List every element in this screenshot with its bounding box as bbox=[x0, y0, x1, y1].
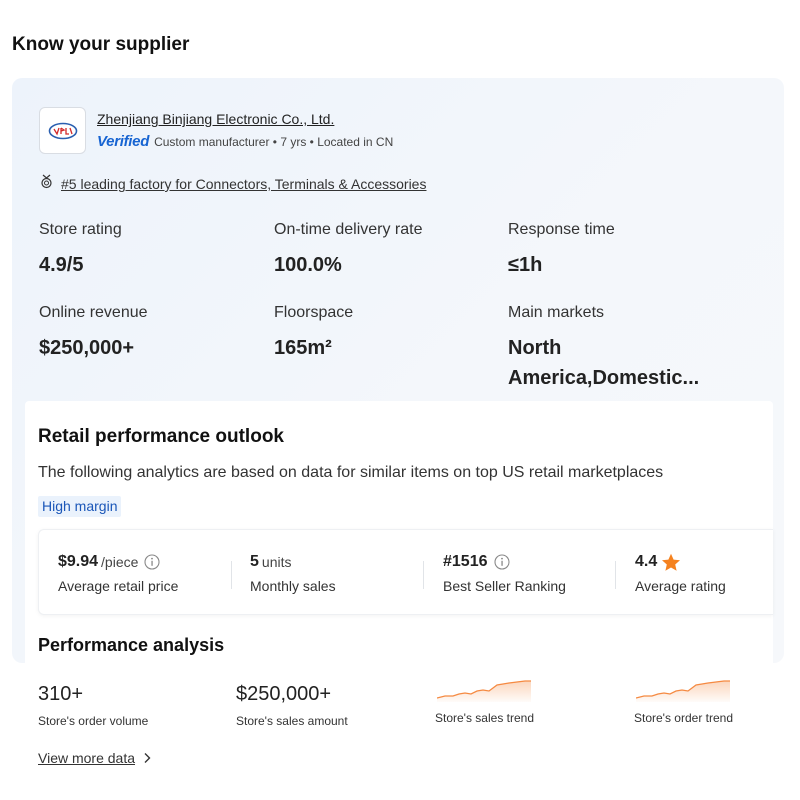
metric-unit: units bbox=[261, 554, 292, 570]
sales-trend-label: Store's sales trend bbox=[435, 711, 535, 725]
order-trend-sparkline bbox=[635, 678, 730, 707]
verified-row: Verified Custom manufacturer • 7 yrs • L… bbox=[97, 133, 393, 150]
store-order-volume: 310+ Store's order volume bbox=[38, 682, 148, 728]
page-title: Know your supplier bbox=[12, 34, 190, 55]
metric-label: Average rating bbox=[635, 578, 726, 594]
main-markets-value-line1: North bbox=[508, 337, 562, 359]
high-margin-tag: High margin bbox=[38, 496, 122, 517]
main-markets-label: Main markets bbox=[508, 304, 605, 321]
company-logo[interactable] bbox=[39, 107, 86, 154]
ranking-row[interactable]: #5 leading factory for Connectors, Termi… bbox=[40, 174, 426, 194]
ranking-link[interactable]: #5 leading factory for Connectors, Termi… bbox=[61, 176, 426, 192]
retail-performance-title: Retail performance outlook bbox=[38, 426, 284, 447]
metric-divider bbox=[615, 561, 616, 589]
store-sales-amount: $250,000+ Store's sales amount bbox=[236, 682, 348, 728]
metric-monthly-sales: 5 units Monthly sales bbox=[250, 551, 336, 594]
floorspace-value: 165m² bbox=[274, 337, 332, 359]
response-time-label: Response time bbox=[508, 221, 615, 238]
medal-icon bbox=[40, 174, 53, 194]
metric-value: #1516 bbox=[443, 553, 488, 570]
star-icon bbox=[661, 553, 681, 572]
delivery-rate-label: On-time delivery rate bbox=[274, 221, 423, 238]
online-revenue-label: Online revenue bbox=[39, 304, 148, 321]
info-icon[interactable] bbox=[144, 554, 160, 570]
metric-unit: /piece bbox=[101, 554, 139, 570]
chevron-right-icon bbox=[143, 752, 151, 764]
online-revenue-value: $250,000+ bbox=[39, 337, 135, 359]
supplier-meta: Custom manufacturer • 7 yrs • Located in… bbox=[154, 135, 394, 149]
store-rating-value: 4.9/5 bbox=[39, 254, 84, 276]
metric-divider bbox=[231, 561, 232, 589]
main-markets-value-line2: America,Domestic... bbox=[508, 367, 700, 389]
store-sales-amount-value: $250,000+ bbox=[236, 683, 332, 705]
metric-divider bbox=[423, 561, 424, 589]
company-name-link[interactable]: Zhenjiang Binjiang Electronic Co., Ltd. bbox=[97, 111, 334, 127]
retail-performance-description: The following analytics are based on dat… bbox=[38, 464, 664, 481]
metric-average-rating: 4.4 Average rating bbox=[635, 551, 726, 594]
metric-value: 4.4 bbox=[635, 553, 658, 570]
metric-value: $9.94 bbox=[58, 553, 99, 570]
response-time-value: ≤1h bbox=[508, 254, 543, 276]
floorspace-label: Floorspace bbox=[274, 304, 354, 321]
verified-badge: Verified bbox=[97, 133, 150, 150]
metric-label: Monthly sales bbox=[250, 578, 336, 594]
performance-analysis-title: Performance analysis bbox=[38, 635, 225, 655]
metric-best-seller-ranking: #1516 Best Seller Ranking bbox=[443, 551, 566, 594]
info-icon[interactable] bbox=[493, 554, 510, 570]
view-more-data-link[interactable]: View more data bbox=[38, 750, 151, 766]
sales-trend-sparkline bbox=[436, 678, 531, 707]
metric-label: Average retail price bbox=[58, 578, 179, 594]
metric-average-retail-price: $9.94 /piece Average retail price bbox=[58, 551, 178, 594]
store-rating-label: Store rating bbox=[39, 221, 122, 238]
order-trend-label: Store's order trend bbox=[634, 711, 734, 725]
view-more-data-label: View more data bbox=[38, 750, 136, 766]
store-order-volume-label: Store's order volume bbox=[38, 714, 149, 728]
company-logo-icon bbox=[48, 122, 77, 139]
delivery-rate-value: 100.0% bbox=[274, 254, 342, 276]
store-sales-amount-label: Store's sales amount bbox=[236, 714, 348, 728]
metric-label: Best Seller Ranking bbox=[443, 578, 566, 594]
metric-value: 5 bbox=[250, 553, 259, 570]
store-order-volume-value: 310+ bbox=[38, 683, 84, 705]
